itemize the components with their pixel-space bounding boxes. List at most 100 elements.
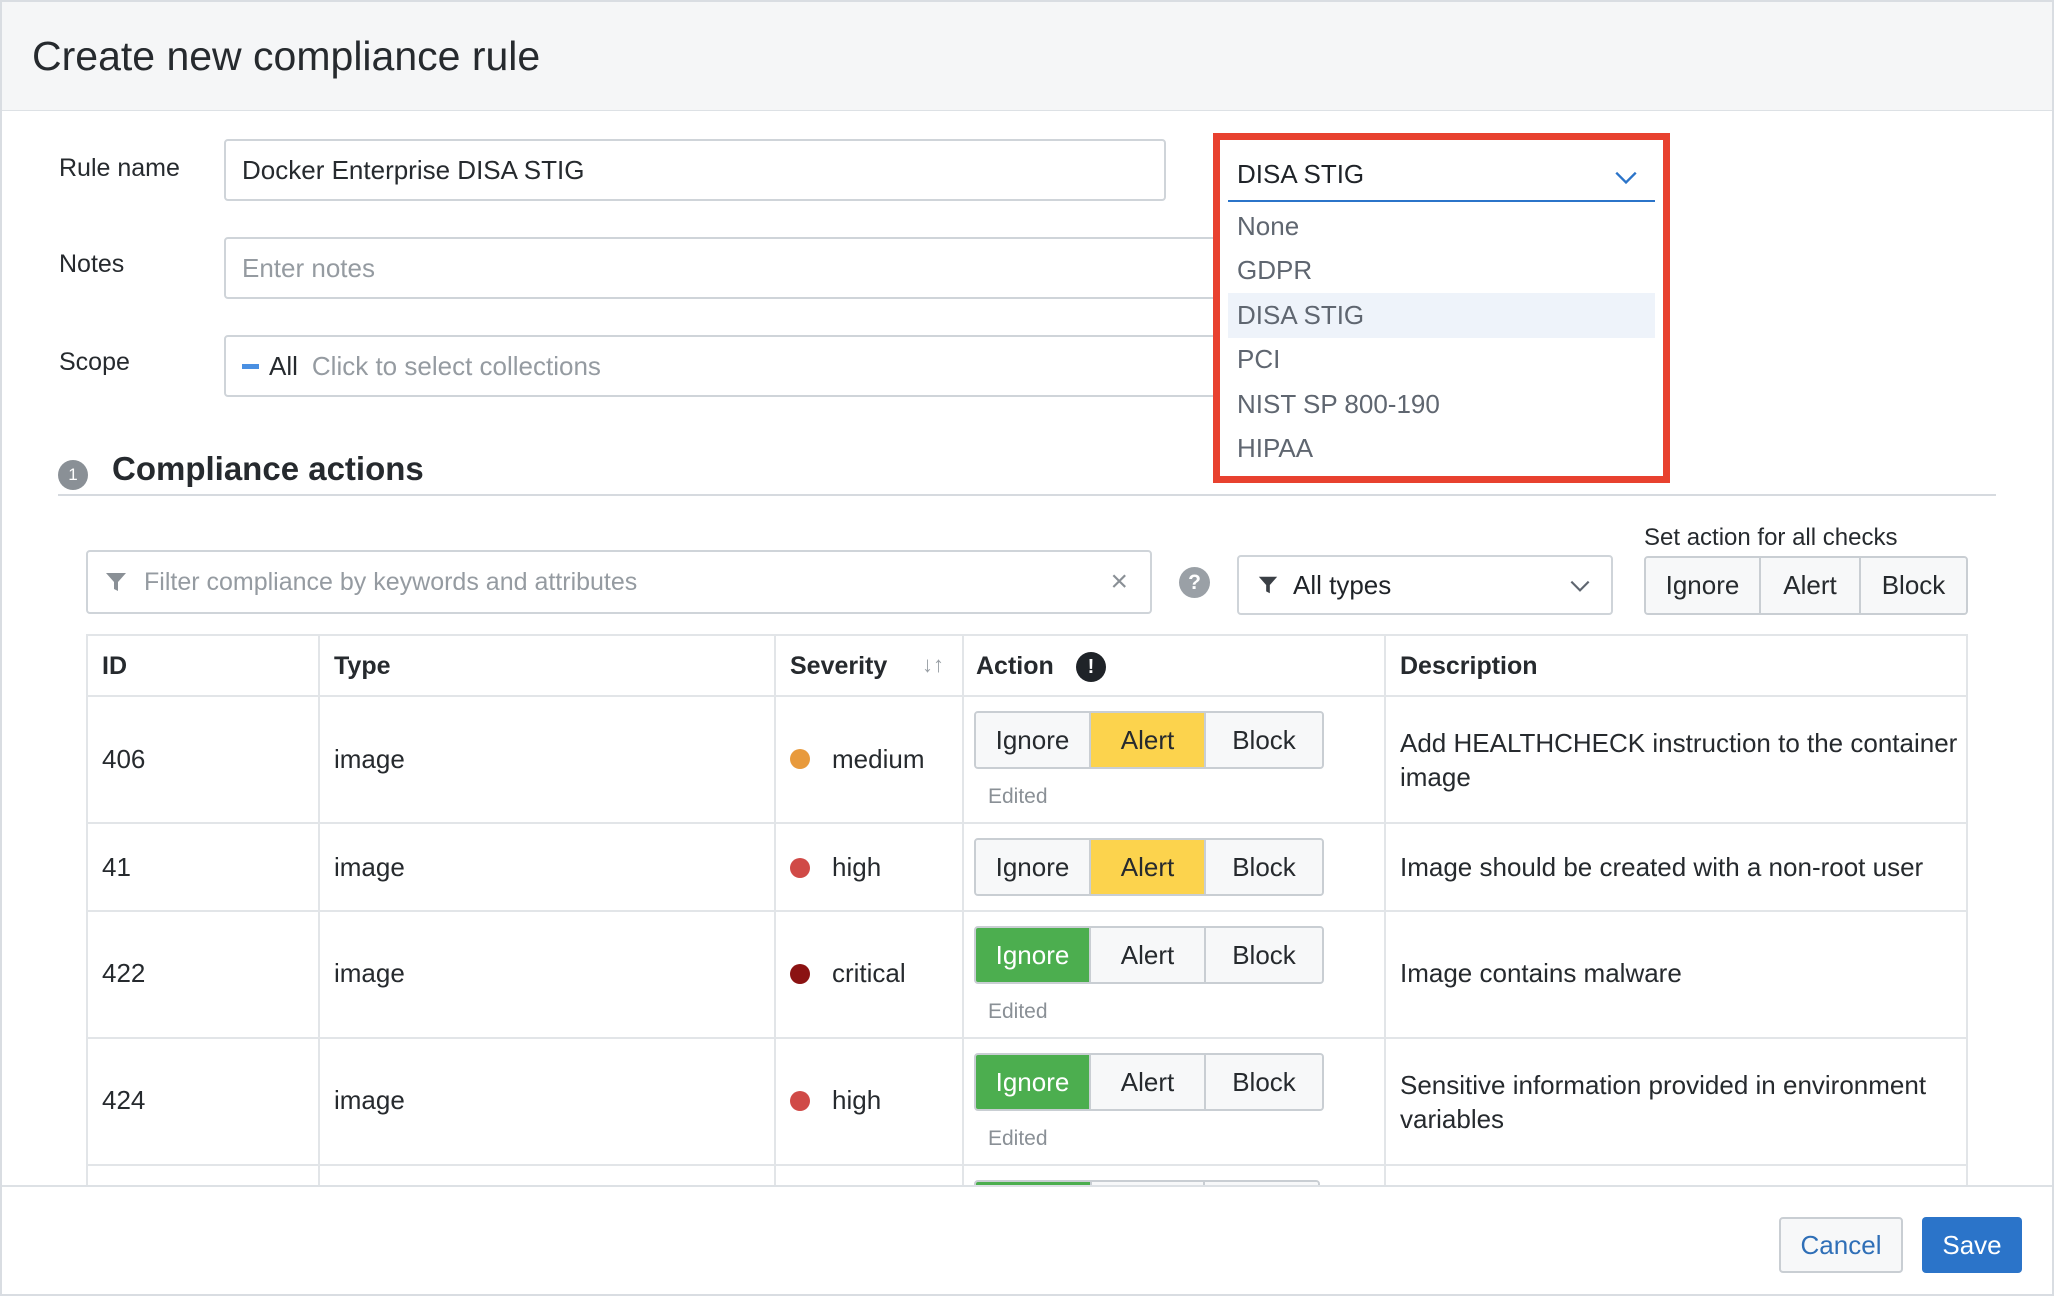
template-option-disa-stig[interactable]: DISA STIG (1228, 293, 1655, 338)
set-all-alert-button[interactable]: Alert (1761, 558, 1861, 613)
alert-button[interactable]: Alert (1091, 713, 1206, 767)
header-cell-description: Description (1386, 636, 1966, 695)
ignore-button[interactable]: Ignore (976, 840, 1091, 894)
template-option-gdpr[interactable]: GDPR (1228, 249, 1655, 294)
header-description: Description (1400, 652, 1538, 680)
block-button[interactable]: Block (1206, 928, 1322, 982)
severity-dot (790, 1091, 810, 1111)
notes-placeholder: Enter notes (242, 252, 375, 283)
row-action-group: Ignore Alert Block (974, 711, 1324, 769)
template-option-none[interactable]: None (1228, 204, 1655, 249)
header-cell-id: ID (88, 636, 320, 695)
step-badge: 1 (58, 460, 88, 490)
clear-filter-icon[interactable]: × (1110, 567, 1128, 597)
block-button[interactable]: Block (1206, 713, 1322, 767)
block-button[interactable]: Block (1206, 1055, 1322, 1109)
row-cell-id: 41 (88, 824, 320, 910)
header-severity: Severity (790, 652, 888, 680)
row-action-group: Ignore Alert Block (974, 838, 1324, 896)
cancel-button[interactable]: Cancel (1779, 1217, 1903, 1273)
set-all-block-button[interactable]: Block (1861, 558, 1966, 613)
template-selected-value: DISA STIG (1237, 158, 1365, 189)
row-cell-id (88, 1166, 320, 1186)
ignore-button[interactable]: Ignore (976, 713, 1091, 767)
set-all-ignore-button[interactable]: Ignore (1646, 558, 1761, 613)
template-option-hipaa[interactable]: HIPAA (1228, 427, 1655, 472)
edited-label: Edited (988, 1000, 1048, 1023)
row-id: 422 (102, 958, 146, 988)
compliance-actions-section: 1 Compliance actions (58, 450, 1996, 496)
row-cell-type: image (320, 912, 776, 1037)
edited-label: Edited (988, 1127, 1048, 1150)
ignore-button[interactable]: Ignore (976, 928, 1091, 982)
row-type: image (334, 852, 405, 882)
header-id: ID (102, 652, 127, 680)
row-severity: high (832, 1085, 882, 1115)
type-filter-select[interactable]: All types (1237, 555, 1613, 615)
row-cell-type (320, 1166, 776, 1186)
table-row: 406 image medium Ignore Alert Block Edit… (88, 697, 1966, 824)
severity-dot (790, 858, 810, 878)
scope-placeholder: Click to select collections (311, 350, 601, 381)
header-action: Action (976, 652, 1054, 680)
scope-selector[interactable]: All Click to select collections (224, 335, 1224, 397)
scope-dash-icon (242, 363, 259, 369)
row-type: image (334, 1085, 405, 1115)
template-options-list: None GDPR DISA STIG PCI NIST SP 800-190 … (1228, 204, 1655, 471)
row-cell-action: Ignore Alert Block Edited (964, 912, 1386, 1037)
row-cell-type: image (320, 697, 776, 822)
row-cell-action: Ignore Alert Block Edited (964, 697, 1386, 822)
action-info-icon[interactable]: ! (1076, 652, 1106, 682)
table-row (88, 1166, 1966, 1186)
filter-icon (106, 573, 126, 591)
sort-icon[interactable]: ↓↑ (922, 652, 944, 678)
row-description-line: Add HEALTHCHECK instruction to the conta… (1400, 728, 1958, 758)
header-cell-action: Action ! (964, 636, 1386, 695)
severity-dot (790, 749, 810, 769)
row-description-line: Image contains malware (1400, 958, 1682, 988)
table-row: 41 image high Ignore Alert Block Image s… (88, 824, 1966, 912)
alert-button[interactable]: Alert (1091, 840, 1206, 894)
row-description-line: variables (1400, 1104, 1505, 1134)
save-button[interactable]: Save (1922, 1217, 2022, 1273)
row-type: image (334, 958, 405, 988)
ignore-button[interactable]: Ignore (976, 1055, 1091, 1109)
modal-title: Create new compliance rule (32, 32, 541, 79)
row-cell-action (964, 1166, 1386, 1186)
scope-label: Scope (59, 348, 130, 376)
rule-name-input[interactable]: Docker Enterprise DISA STIG (224, 139, 1166, 201)
row-description-line: Image should be created with a non-root … (1400, 852, 1924, 882)
notes-input[interactable]: Enter notes (224, 237, 1224, 299)
row-cell-description: Image should be created with a non-root … (1386, 824, 1966, 910)
row-cell-severity: critical (776, 912, 964, 1037)
row-severity: medium (832, 744, 925, 774)
row-cell-description: Add HEALTHCHECK instruction to the conta… (1386, 697, 1966, 822)
edited-label: Edited (988, 785, 1048, 808)
template-option-nist[interactable]: NIST SP 800-190 (1228, 382, 1655, 427)
header-type: Type (334, 652, 391, 680)
row-cell-severity: high (776, 1039, 964, 1164)
compliance-table: ID Type Severity ↓↑ Action ! Description… (86, 634, 1968, 1186)
modal-header: Create new compliance rule (2, 2, 2052, 111)
row-action-group: Ignore Alert Block (974, 1053, 1324, 1111)
compliance-filter-input[interactable]: Filter compliance by keywords and attrib… (86, 550, 1152, 614)
rule-name-label: Rule name (59, 154, 180, 182)
block-button[interactable]: Block (1206, 840, 1322, 894)
table-row: 424 image high Ignore Alert Block Edited… (88, 1039, 1966, 1166)
row-cell-id: 406 (88, 697, 320, 822)
row-id: 424 (102, 1085, 146, 1115)
set-all-label: Set action for all checks (1644, 524, 1898, 551)
template-option-pci[interactable]: PCI (1228, 338, 1655, 383)
row-cell-action: Ignore Alert Block (964, 824, 1386, 910)
alert-button[interactable]: Alert (1091, 928, 1206, 982)
template-select[interactable]: DISA STIG (1228, 148, 1655, 202)
compliance-template-dropdown: DISA STIG None GDPR DISA STIG PCI NIST S… (1213, 133, 1670, 483)
help-icon[interactable]: ? (1179, 567, 1210, 598)
header-cell-severity[interactable]: Severity ↓↑ (776, 636, 964, 695)
alert-button[interactable]: Alert (1091, 1055, 1206, 1109)
row-cell-severity (776, 1166, 964, 1186)
row-description-line: image (1400, 762, 1471, 792)
row-cell-severity: medium (776, 697, 964, 822)
section-title: Compliance actions (112, 450, 424, 487)
row-cell-id: 424 (88, 1039, 320, 1164)
